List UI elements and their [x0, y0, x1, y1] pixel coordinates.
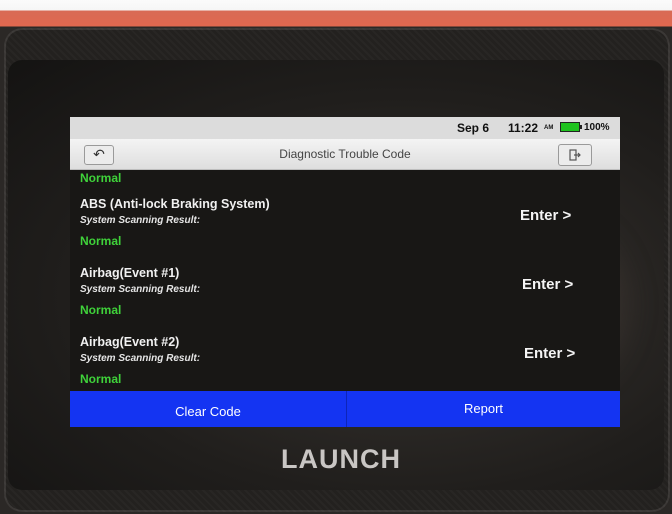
enter-button[interactable]: Enter > [520, 207, 571, 224]
enter-button[interactable]: Enter > [522, 276, 573, 293]
battery-percent: 100% [584, 122, 610, 133]
page-title: Diagnostic Trouble Code [279, 147, 411, 161]
system-result: Normal [80, 234, 122, 248]
enter-button[interactable]: Enter > [524, 345, 575, 362]
list-item[interactable]: ABS (Anti-lock Braking System) System Sc… [70, 197, 620, 265]
list-item[interactable]: Airbag(Event #1) System Scanning Result:… [70, 266, 620, 334]
status-time: 11:22 [508, 121, 539, 135]
report-button[interactable]: Report [347, 391, 620, 427]
system-name: Airbag(Event #2) [80, 335, 180, 349]
action-bar: Clear Code Report [70, 391, 620, 427]
status-bar: Sep 6 11:22 AM 100% [70, 117, 620, 139]
battery-icon [560, 122, 582, 132]
system-result: Normal [80, 372, 122, 386]
system-name: Airbag(Event #1) [80, 266, 180, 280]
system-result: Normal [80, 303, 122, 317]
clear-code-button[interactable]: Clear Code [70, 391, 346, 427]
exit-button[interactable] [558, 144, 592, 166]
diagnostic-app-screen: Sep 6 11:22 AM 100% ↶ Diagnostic Trouble… [70, 117, 620, 427]
system-name: ABS (Anti-lock Braking System) [80, 197, 270, 211]
exit-icon [569, 149, 581, 161]
status-ampm: AM [544, 125, 554, 131]
system-subtitle: System Scanning Result: [80, 353, 201, 364]
system-subtitle: System Scanning Result: [80, 215, 201, 226]
status-date: Sep 6 [457, 121, 490, 135]
system-list: Normal ABS (Anti-lock Braking System) Sy… [70, 169, 620, 392]
launch-logo: LAUNCH [281, 444, 401, 474]
title-bar: ↶ Diagnostic Trouble Code [70, 139, 620, 170]
previous-system-result: Normal [80, 171, 122, 185]
system-subtitle: System Scanning Result: [80, 284, 201, 295]
